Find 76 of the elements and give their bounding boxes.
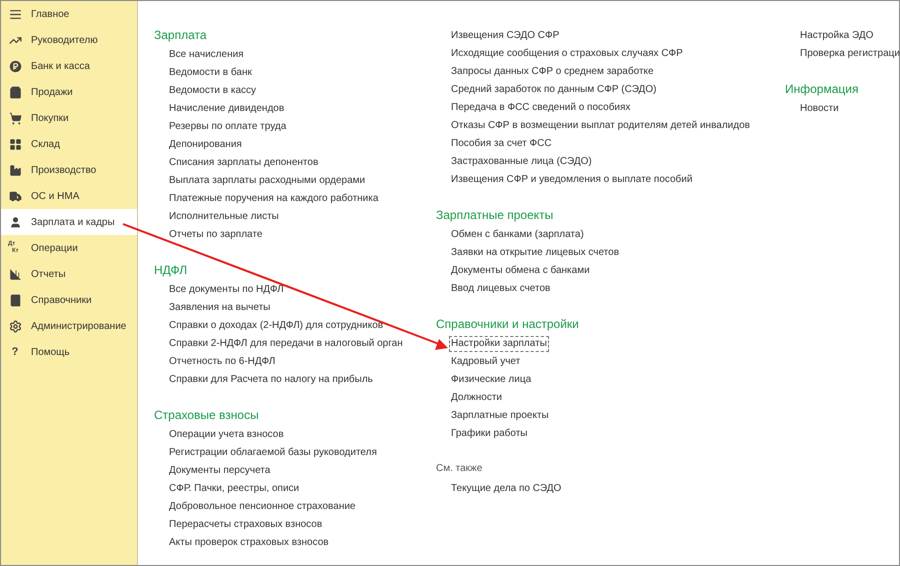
sidebar-item[interactable]: Руководителю	[1, 27, 137, 53]
menu-link[interactable]: Заявления на вычеты	[167, 300, 272, 316]
menu-link[interactable]: Настройки зарплаты	[449, 336, 549, 352]
sidebar-item[interactable]: Продажи	[1, 79, 137, 105]
menu-link[interactable]: Ведомости в банк	[167, 65, 254, 81]
menu-link[interactable]: Новости	[798, 101, 841, 117]
menu-link[interactable]: Графики работы	[449, 426, 530, 442]
factory-icon	[8, 164, 22, 176]
menu-link[interactable]: Исполнительные листы	[167, 209, 281, 225]
settings-icon	[8, 320, 22, 332]
menu-link[interactable]: Документы персучета	[167, 463, 272, 479]
menu-link[interactable]: Зарплатные проекты	[449, 408, 551, 424]
menu-link[interactable]: Выплата зарплаты расходными ордерами	[167, 173, 368, 189]
menu-link[interactable]: Должности	[449, 390, 504, 406]
menu-link[interactable]: Справки о доходах (2-НДФЛ) для сотрудников	[167, 318, 386, 334]
help-icon: ?	[8, 344, 22, 360]
menu-link[interactable]: Все документы по НДФЛ	[167, 282, 286, 298]
cart-icon	[8, 112, 22, 124]
menu-link[interactable]: Депонирования	[167, 137, 244, 153]
menu-link[interactable]: Регистрации облагаемой базы руководителя	[167, 445, 379, 461]
sidebar-item[interactable]: ? Помощь	[1, 339, 137, 365]
menu-link[interactable]: Справки для Расчета по налогу на прибыль	[167, 372, 375, 388]
sidebar-item[interactable]: Справочники	[1, 287, 137, 313]
menu-icon	[8, 8, 22, 20]
menu-link[interactable]: Проверка регистраци	[798, 46, 899, 62]
menu-link[interactable]: Платежные поручения на каждого работника	[167, 191, 380, 207]
sidebar-item[interactable]: Главное	[1, 1, 137, 27]
truck-icon	[8, 190, 22, 202]
menu-link[interactable]: Исходящие сообщения о страховых случаях СФР	[449, 46, 685, 62]
section-heading: Зарплатные проекты	[436, 207, 554, 224]
menu-link[interactable]: Застрахованные лица (СЭДО)	[449, 154, 594, 170]
sidebar-item[interactable]: Администрирование	[1, 313, 137, 339]
menu-link[interactable]: Кадровый учет	[449, 354, 522, 370]
menu-link[interactable]: Средний заработок по данным СФР (СЭДО)	[449, 82, 658, 98]
section-heading: Зарплата	[154, 27, 208, 44]
sidebar-item[interactable]: Покупки	[1, 105, 137, 131]
section-heading: См. также	[436, 462, 484, 476]
section-heading: НДФЛ	[154, 262, 188, 279]
menu-link[interactable]: Обмен с банками (зарплата)	[449, 227, 586, 243]
menu-link[interactable]: Настройка ЭДО	[798, 28, 876, 44]
menu-link[interactable]: Физические лица	[449, 372, 534, 388]
menu-link[interactable]: Пособия за счет ФСС	[449, 136, 554, 152]
sidebar-item[interactable]: Отчеты	[1, 261, 137, 287]
sidebar-item[interactable]: Склад	[1, 131, 137, 157]
menu-link[interactable]: Отчеты по зарплате	[167, 227, 264, 243]
grid-icon	[8, 138, 22, 150]
sidebar-item[interactable]: Зарплата и кадры	[1, 209, 137, 235]
sidebar-item[interactable]: Производство	[1, 157, 137, 183]
menu-link[interactable]: Отказы СФР в возмещении выплат родителям детей инвалидов	[449, 118, 752, 134]
menu-link[interactable]: Справки 2-НДФЛ для передачи в налоговый орган	[167, 336, 405, 352]
menu-link[interactable]: Резервы по оплате труда	[167, 119, 288, 135]
menu-link[interactable]: Ввод лицевых счетов	[449, 281, 552, 297]
ruble-icon	[8, 60, 22, 72]
menu-link[interactable]: Добровольное пенсионное страхование	[167, 499, 358, 515]
menu-link[interactable]: Извещения СЭДО СФР	[449, 28, 562, 44]
sidebar-item[interactable]: Банк и касса	[1, 53, 137, 79]
menu-link[interactable]: Списания зарплаты депонентов	[167, 155, 320, 171]
sidebar-item[interactable]: ОС и НМА	[1, 183, 137, 209]
menu-link[interactable]: Запросы данных СФР о среднем заработке	[449, 64, 656, 80]
menu-link[interactable]: Документы обмена с банками	[449, 263, 592, 279]
menu-link[interactable]: Все начисления	[167, 47, 246, 63]
menu-link[interactable]: Извещения СФР и уведомления о выплате пособий	[449, 172, 694, 188]
menu-link[interactable]: СФР. Пачки, реестры, описи	[167, 481, 302, 497]
person-icon	[8, 216, 22, 228]
menu-link[interactable]: Акты проверок страховых взносов	[167, 535, 331, 551]
menu-link[interactable]: Заявки на открытие лицевых счетов	[449, 245, 622, 261]
section-heading: Страховые взносы	[154, 407, 260, 424]
menu-link[interactable]: Операции учета взносов	[167, 427, 286, 443]
menu-link[interactable]: Передача в ФСС сведений о пособиях	[449, 100, 632, 116]
section-heading: Справочники и настройки	[436, 316, 580, 333]
menu-link[interactable]: Начисление дивидендов	[167, 101, 286, 117]
menu-link[interactable]: Отчетность по 6-НДФЛ	[167, 354, 278, 370]
menu-link[interactable]: Ведомости в кассу	[167, 83, 258, 99]
section-heading: Информация	[785, 81, 860, 98]
menu-link[interactable]: Текущие дела по СЭДО	[449, 481, 564, 497]
menu-link[interactable]: Перерасчеты страховых взносов	[167, 517, 324, 533]
